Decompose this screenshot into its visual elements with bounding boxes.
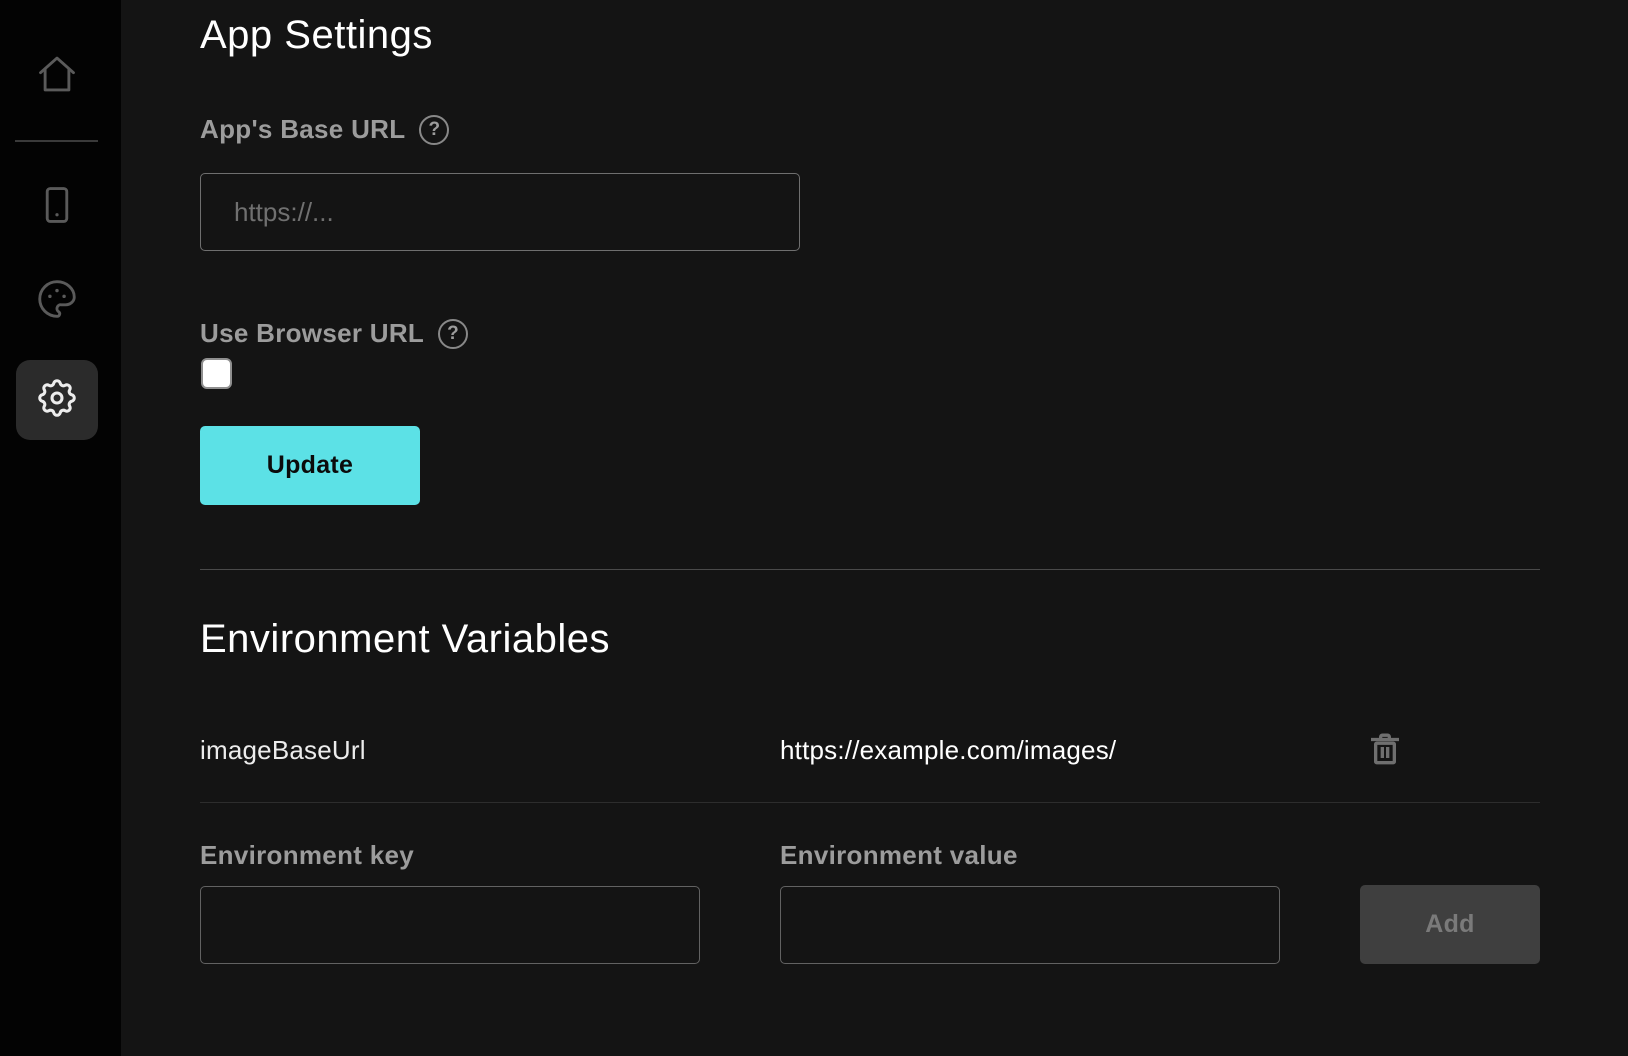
use-browser-url-label: Use Browser URL: [200, 318, 424, 349]
add-variable-button[interactable]: Add: [1360, 885, 1540, 964]
tablet-icon: [34, 182, 80, 233]
env-variable-row: imageBaseUrl https://example.com/images/: [200, 722, 1540, 778]
page-title: App Settings: [200, 12, 433, 58]
sidebar-item-theme[interactable]: [16, 261, 98, 341]
env-section-title: Environment Variables: [200, 616, 610, 662]
help-icon[interactable]: ?: [419, 115, 449, 145]
sidebar-item-devices[interactable]: [16, 167, 98, 247]
env-key-input[interactable]: [200, 886, 700, 964]
section-divider: [200, 569, 1540, 570]
env-key-label: Environment key: [200, 840, 414, 871]
env-variable-value: https://example.com/images/: [780, 735, 1360, 766]
env-variable-key: imageBaseUrl: [200, 735, 780, 766]
app-settings-screen: App Settings App's Base URL ? Use Browse…: [0, 0, 1628, 1056]
palette-icon: [34, 276, 80, 327]
env-value-input[interactable]: [780, 886, 1280, 964]
trash-icon: [1365, 728, 1405, 773]
home-icon: [34, 51, 80, 102]
base-url-label-row: App's Base URL ?: [200, 114, 449, 145]
base-url-label: App's Base URL: [200, 114, 405, 145]
update-button[interactable]: Update: [200, 426, 420, 505]
row-divider: [200, 802, 1540, 803]
sidebar-item-home[interactable]: [16, 36, 98, 116]
env-value-label: Environment value: [780, 840, 1018, 871]
help-icon[interactable]: ?: [438, 319, 468, 349]
use-browser-url-checkbox[interactable]: [201, 358, 232, 389]
delete-variable-button[interactable]: [1364, 728, 1406, 772]
use-browser-url-label-row: Use Browser URL ?: [200, 318, 468, 349]
sidebar-divider: [15, 140, 98, 142]
sidebar-item-settings[interactable]: [16, 360, 98, 440]
sidebar: [0, 0, 121, 1056]
base-url-input[interactable]: [200, 173, 800, 251]
gear-icon: [34, 375, 80, 426]
